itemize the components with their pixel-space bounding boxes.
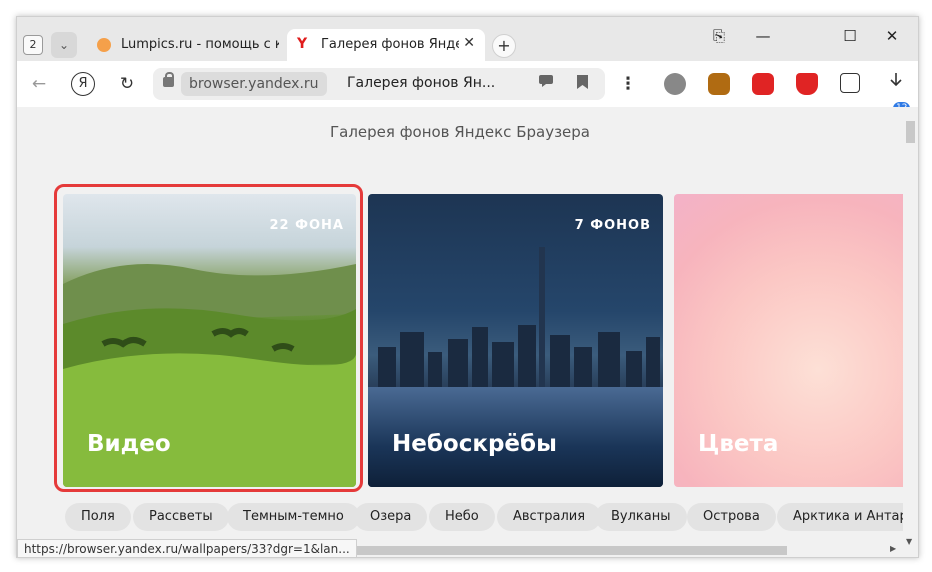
bookmark-icon[interactable] <box>573 75 591 93</box>
tab-lumpics[interactable]: Lumpics.ru - помощь с ко <box>89 29 279 61</box>
back-arrow-icon[interactable]: ← <box>27 72 51 96</box>
toolbar: ← Я ↻ browser.yandex.ru Галерея фонов Ян… <box>17 61 918 115</box>
vertical-scrollbar[interactable]: ▼ <box>903 107 918 557</box>
vertical-scroll-thumb[interactable] <box>906 121 915 143</box>
address-page-title[interactable]: Галерея фонов Ян... <box>347 75 507 91</box>
chip-rassvety[interactable]: Рассветы <box>133 503 229 531</box>
status-url: https://browser.yandex.ru/wallpapers/33?… <box>17 539 357 557</box>
yandex-logo-icon[interactable]: Я <box>71 72 95 96</box>
globe-extension-icon[interactable] <box>664 73 686 95</box>
download-icon[interactable] <box>884 72 908 96</box>
skyline-image <box>368 247 663 387</box>
chip-avstraliya[interactable]: Австралия <box>497 503 602 531</box>
close-window-button[interactable]: ✕ <box>880 27 904 45</box>
adblock-extension-icon[interactable] <box>752 73 774 95</box>
highlight-frame <box>54 184 363 492</box>
reader-mode-icon[interactable] <box>537 75 555 93</box>
scroll-right-arrow-icon[interactable]: ▶ <box>890 544 896 553</box>
address-bar[interactable]: browser.yandex.ru Галерея фонов Ян... <box>153 68 605 100</box>
yandex-favicon-icon: Y <box>297 36 308 52</box>
new-tab-button[interactable]: + <box>492 34 516 58</box>
reload-icon[interactable]: ↻ <box>115 72 139 96</box>
page-title: Галерея фонов Яндекс Браузера <box>330 123 590 141</box>
tab-label: Галерея фонов Яндекс <box>321 37 459 52</box>
chip-temnym-temno[interactable]: Темным-темно <box>227 503 360 531</box>
gallery-card-colors[interactable]: 2 Цвета <box>674 194 903 487</box>
minimize-button[interactable]: — <box>751 27 775 45</box>
chip-ostrova[interactable]: Острова <box>687 503 776 531</box>
chip-arktika[interactable]: Арктика и Антаркт <box>777 503 903 531</box>
chip-ozera[interactable]: Озера <box>354 503 428 531</box>
chip-nebo[interactable]: Небо <box>429 503 495 531</box>
gallery-card-skyscrapers[interactable]: 7 ФОНОВ Небоскрёбы <box>368 194 663 487</box>
browser-window: 2 ⌄ Lumpics.ru - помощь с ко Y Галерея ф… <box>16 16 919 558</box>
chip-polya[interactable]: Поля <box>65 503 131 531</box>
tab-gallery[interactable]: Y Галерея фонов Яндекс ✕ <box>287 29 485 61</box>
tab-strip: 2 ⌄ Lumpics.ru - помощь с ко Y Галерея ф… <box>17 17 918 61</box>
bookmarks-panel-icon[interactable]: ⎘ <box>707 27 731 45</box>
menu-dots-icon[interactable]: ⋮ <box>616 72 640 96</box>
puzzle-extension-icon[interactable] <box>840 73 860 93</box>
close-tab-icon[interactable]: ✕ <box>463 35 475 51</box>
tab-list-dropdown-icon[interactable]: ⌄ <box>51 32 77 58</box>
lumpics-favicon-icon <box>97 38 111 52</box>
chip-vulkany[interactable]: Вулканы <box>595 503 687 531</box>
lock-icon <box>163 72 174 87</box>
gallery-page: Галерея фонов Яндекс Браузера 22 ФОНА Ви… <box>17 107 903 557</box>
tab-label: Lumpics.ru - помощь с ко <box>121 37 279 52</box>
tab-count-button[interactable]: 2 <box>23 35 43 55</box>
maximize-button[interactable]: ☐ <box>838 27 862 45</box>
shield-extension-icon[interactable] <box>796 73 818 95</box>
card-name: Небоскрёбы <box>392 431 557 457</box>
card-count: 7 ФОНОВ <box>574 218 651 233</box>
mask-extension-icon[interactable] <box>708 73 730 95</box>
url-domain[interactable]: browser.yandex.ru <box>181 72 327 96</box>
scroll-down-arrow-icon[interactable]: ▼ <box>906 537 912 546</box>
card-name: Цвета <box>698 431 779 457</box>
